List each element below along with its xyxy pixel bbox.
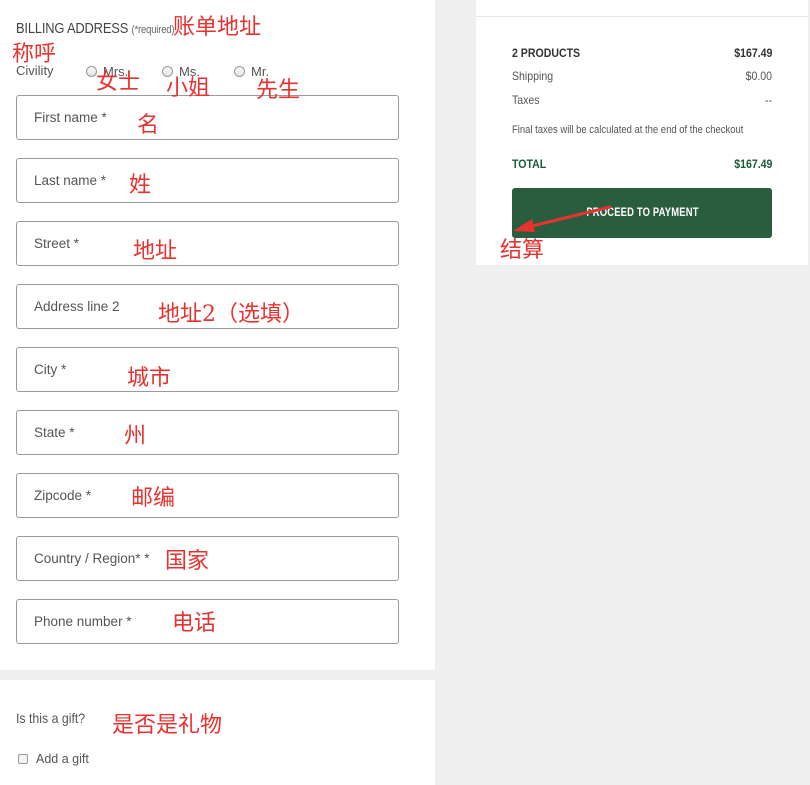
street-field[interactable]: Street *	[16, 221, 399, 266]
taxes-value: --	[764, 93, 772, 107]
total-label: TOTAL	[512, 157, 547, 171]
shipping-value: $0.00	[745, 69, 772, 83]
annotation-billing-address: 账单地址	[173, 15, 262, 40]
annotation-address-line2: 地址2（选填）	[158, 302, 304, 327]
annotation-mr: 先生	[256, 78, 301, 103]
annotation-checkout: 结算	[500, 238, 545, 263]
checkbox-icon[interactable]	[18, 754, 28, 764]
annotation-mrs: 女士	[96, 70, 141, 95]
zipcode-field[interactable]: Zipcode *	[16, 473, 399, 518]
city-field[interactable]: City *	[16, 347, 399, 392]
annotation-first-name: 名	[137, 113, 160, 138]
total-value: $167.49	[733, 157, 772, 171]
products-row: 2 PRODUCTS $167.49	[512, 46, 772, 60]
billing-title-text: BILLING ADDRESS	[16, 20, 129, 37]
divider	[476, 16, 808, 17]
civility-radio-mr[interactable]: Mr.	[234, 64, 269, 79]
city-placeholder: City *	[34, 362, 67, 377]
gift-question: Is this a gift?	[16, 710, 86, 726]
shipping-label: Shipping	[512, 69, 554, 83]
country-placeholder: Country / Region* *	[34, 551, 150, 566]
first-name-field[interactable]: First name *	[16, 95, 399, 140]
proceed-button-label: PROCEED TO PAYMENT	[585, 207, 699, 219]
state-placeholder: State *	[34, 425, 75, 440]
required-note: (*required)	[131, 24, 175, 36]
street-placeholder: Street *	[34, 236, 80, 251]
annotation-gift: 是否是礼物	[112, 713, 223, 738]
phone-placeholder: Phone number *	[34, 614, 132, 629]
first-name-placeholder: First name *	[34, 110, 107, 125]
state-field[interactable]: State *	[16, 410, 399, 455]
address-line2-placeholder: Address line 2	[34, 299, 120, 314]
final-taxes-note: Final taxes will be calculated at the en…	[512, 124, 744, 136]
annotation-city: 城市	[127, 366, 172, 391]
annotation-civility: 称呼	[12, 42, 57, 67]
zipcode-placeholder: Zipcode *	[34, 488, 92, 503]
products-label: 2 PRODUCTS	[512, 46, 581, 60]
annotation-last-name: 姓	[129, 173, 152, 198]
add-gift-checkbox[interactable]: Add a gift	[18, 752, 89, 766]
taxes-row: Taxes --	[512, 93, 772, 107]
annotation-state: 州	[124, 424, 147, 449]
add-gift-label: Add a gift	[36, 752, 89, 766]
proceed-to-payment-button[interactable]: PROCEED TO PAYMENT	[512, 188, 772, 238]
total-row: TOTAL $167.49	[512, 157, 772, 171]
annotation-zipcode: 邮编	[131, 486, 176, 511]
last-name-placeholder: Last name *	[34, 173, 107, 188]
billing-address-title: BILLING ADDRESS (*required)	[16, 20, 175, 37]
annotation-country: 国家	[165, 549, 210, 574]
annotation-ms: 小姐	[166, 76, 211, 101]
shipping-row: Shipping $0.00	[512, 69, 772, 83]
annotation-phone: 电话	[172, 611, 217, 636]
annotation-street: 地址	[133, 239, 178, 264]
last-name-field[interactable]: Last name *	[16, 158, 399, 203]
radio-circle-icon[interactable]	[234, 66, 245, 77]
civility-option-mr: Mr.	[251, 64, 270, 79]
taxes-label: Taxes	[512, 93, 540, 107]
products-value: $167.49	[733, 46, 772, 60]
